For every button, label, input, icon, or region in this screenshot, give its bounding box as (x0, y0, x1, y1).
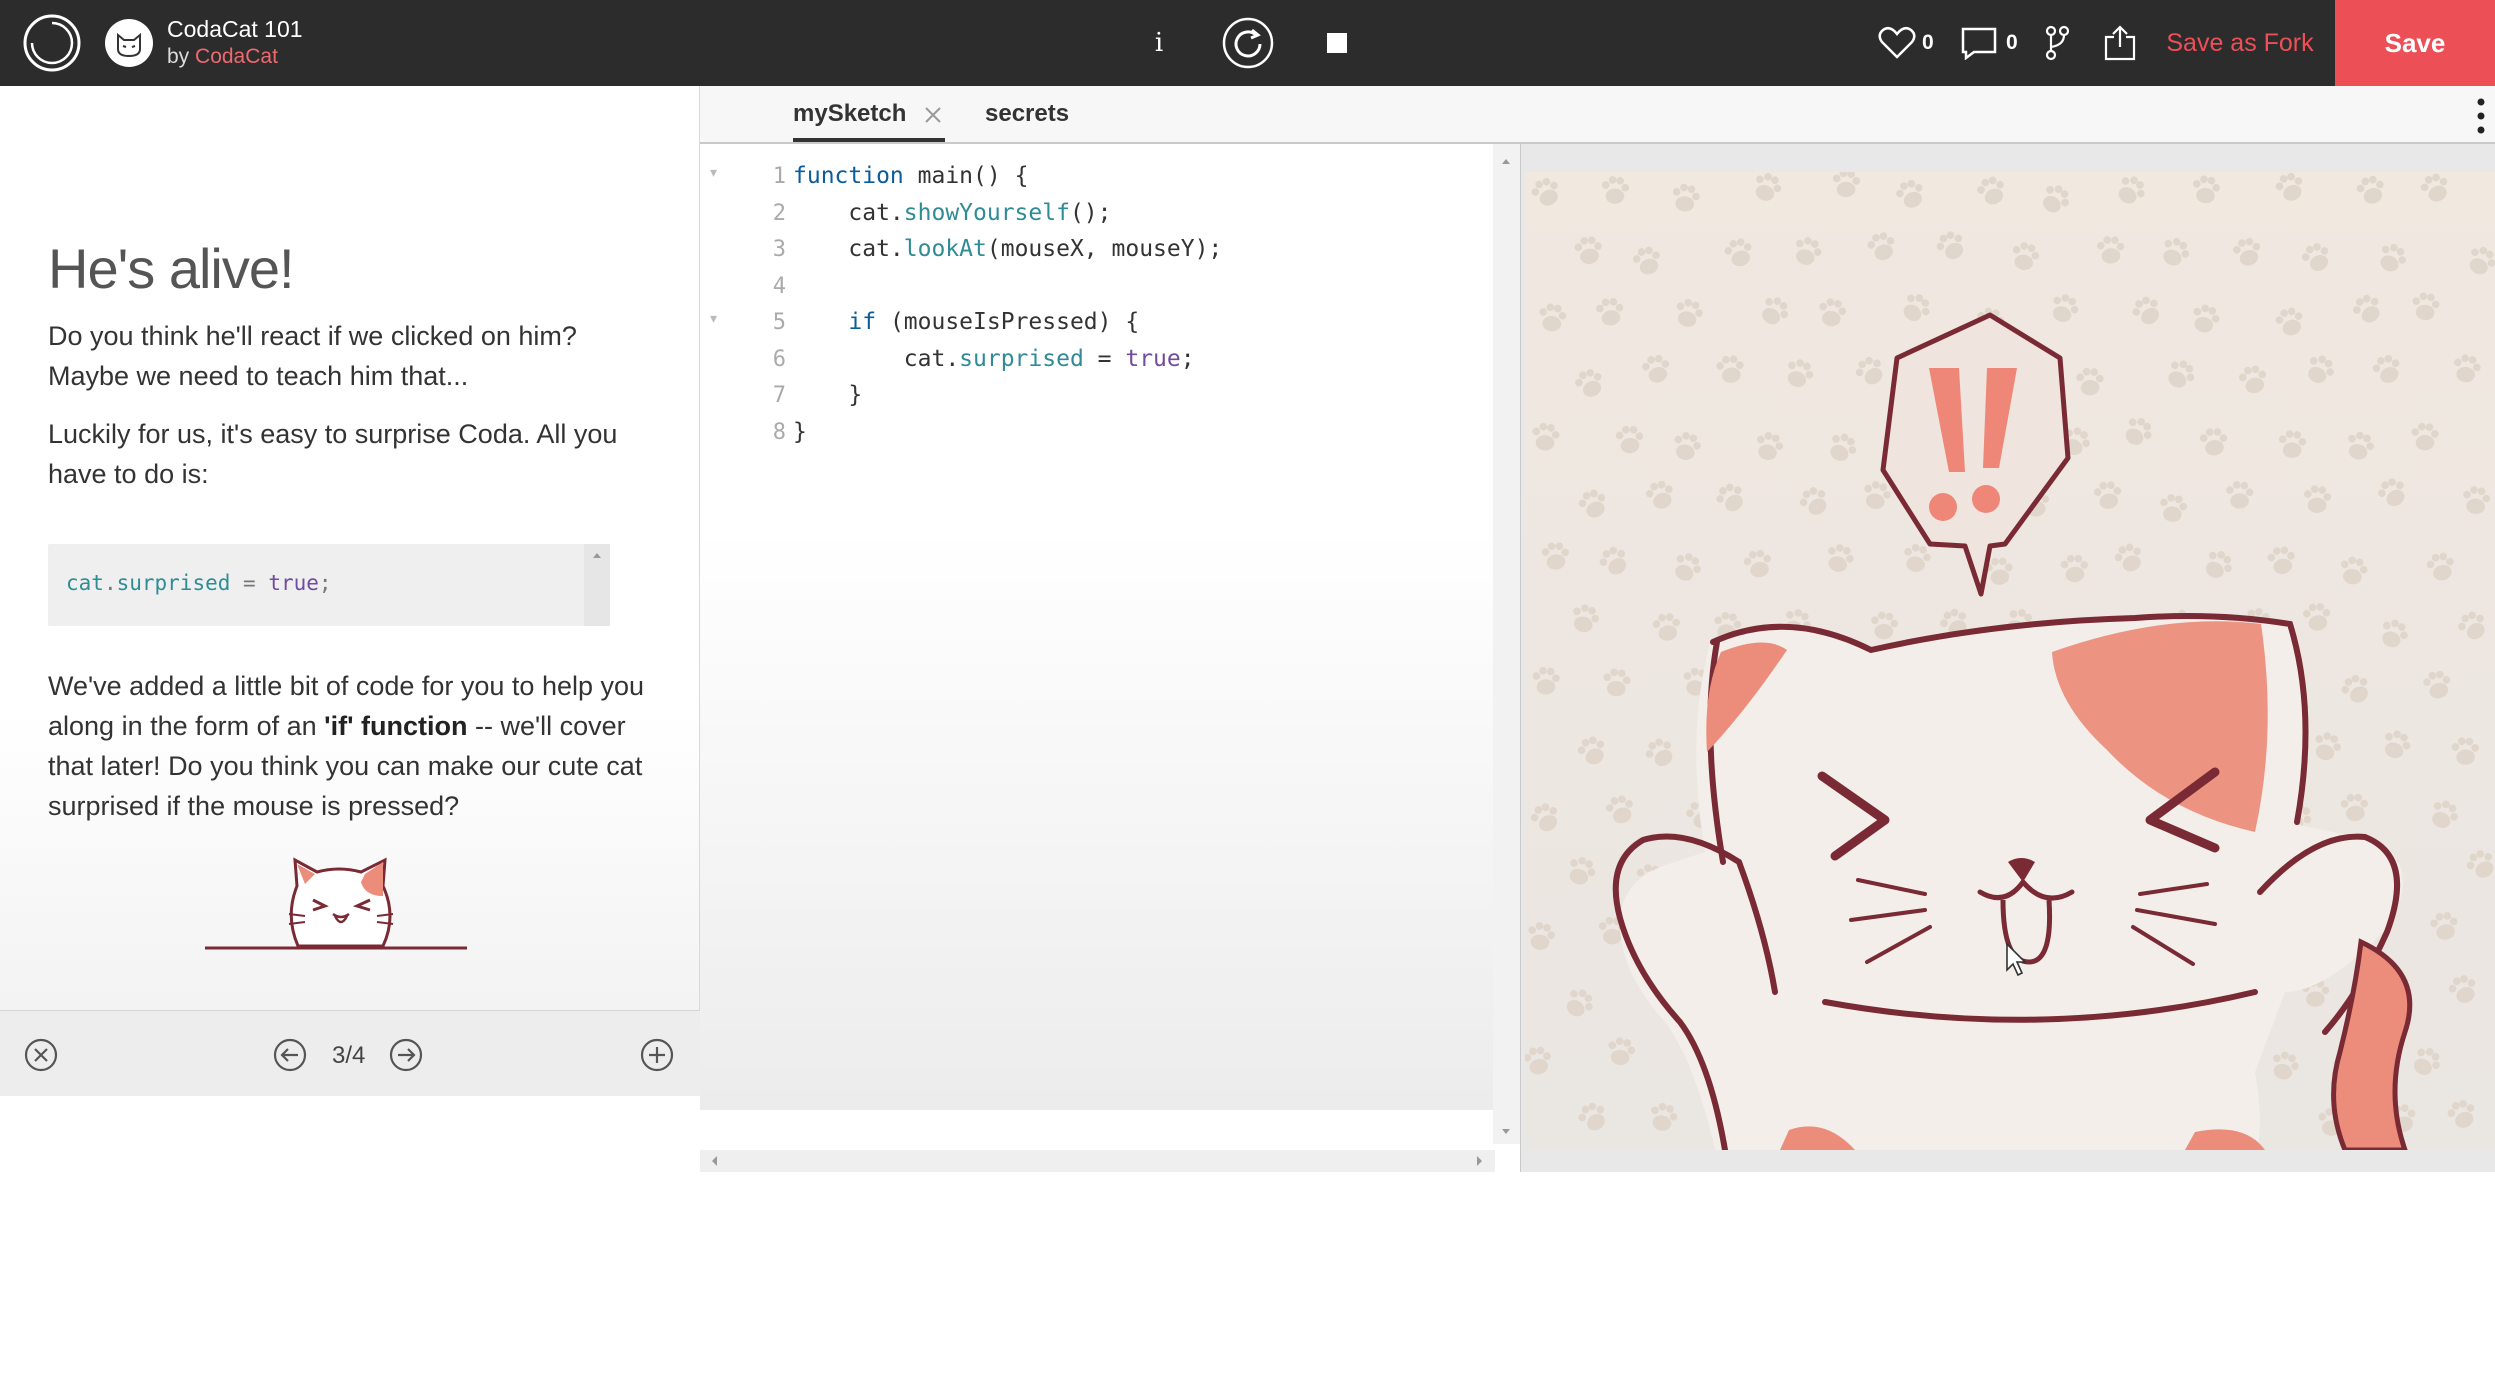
code-line[interactable]: ▾ 5 if (mouseIsPressed) { (700, 304, 1500, 340)
code-line[interactable]: 8} (700, 414, 1500, 450)
comments-count: 0 (2006, 31, 2018, 54)
code-token: function (793, 163, 904, 189)
code-token: cat. (903, 345, 960, 372)
code-token: ; (1180, 345, 1195, 372)
sketch-title: CodaCat 101 (167, 16, 303, 42)
code-text: cat.surprised = true; (793, 346, 1195, 372)
code-token: = (1083, 345, 1126, 372)
snippet-scrollbar[interactable] (584, 544, 610, 626)
code-text: cat.lookAt(mouseX, mouseY); (793, 236, 1222, 262)
fold-arrow-icon[interactable]: ▾ (710, 164, 717, 181)
heart-icon[interactable] (1878, 19, 1916, 67)
code-token: main() { (917, 163, 1029, 189)
code-token: } (848, 382, 863, 408)
restart-icon[interactable] (1222, 17, 1274, 69)
code-editor[interactable]: ▾ 1 function main() {2 cat.showYourself();… (700, 144, 1520, 1110)
line-number: 4 (772, 273, 786, 299)
editor-horizontal-scrollbar[interactable] (700, 1150, 1495, 1172)
code-snippet: cat.surprised = true; (48, 544, 610, 626)
tab-mysketch[interactable]: mySketch (793, 100, 906, 128)
more-options-icon[interactable] (2473, 94, 2489, 138)
likes-count: 0 (1922, 31, 1934, 54)
tutorial-heading: He's alive! (48, 237, 295, 300)
fork-icon[interactable] (2040, 19, 2074, 67)
code-token: (mouseIsPressed) { (876, 309, 1140, 335)
top-bar: CodaCat 101 by CodaCat i 0 0 Save as For… (0, 0, 2495, 86)
line-number: 1 (772, 164, 786, 189)
comment-icon[interactable] (1960, 19, 1998, 67)
fold-arrow-icon[interactable]: ▾ (710, 310, 717, 327)
code-line[interactable]: ▾ 1 function main() { (700, 158, 1500, 194)
code-token: true (1125, 345, 1181, 372)
code-text: function main() { (793, 163, 1028, 189)
sketch-author-line: by CodaCat (167, 45, 278, 69)
code-token: if (848, 309, 877, 335)
code-snippet-text: cat.surprised = true; (66, 571, 332, 595)
code-line[interactable]: 2 cat.showYourself(); (700, 195, 1500, 231)
info-label: i (1154, 28, 1164, 58)
share-icon[interactable] (2102, 19, 2138, 67)
code-token: (); (1069, 199, 1112, 226)
line-number: 8 (772, 419, 786, 445)
code-text: cat.showYourself(); (793, 199, 1112, 226)
author-link[interactable]: CodaCat (195, 45, 278, 68)
arrow-right-circle-icon[interactable] (388, 1037, 424, 1073)
code-token: } (793, 418, 807, 445)
tab-close-icon[interactable] (922, 104, 944, 126)
code-line[interactable]: 7 } (700, 377, 1500, 413)
by-prefix: by (167, 45, 190, 68)
info-icon[interactable]: i (1144, 19, 1174, 67)
page-background (0, 1172, 2495, 1395)
code-token: cat. (848, 199, 904, 226)
code-token: surprised (959, 345, 1084, 372)
tutorial-paragraph-1: Do you think he'll react if we clicked o… (48, 321, 577, 391)
arrow-left-circle-icon[interactable] (272, 1037, 308, 1073)
code-token: lookAt (903, 236, 987, 262)
close-circle-icon[interactable] (23, 1037, 59, 1073)
surprised-cat-illustration (205, 856, 475, 956)
save-button[interactable]: Save (2335, 0, 2495, 86)
tab-secrets[interactable]: secrets (985, 100, 1069, 128)
tutorial-panel: He's alive! Do you think he'll react if … (0, 86, 700, 1096)
stop-icon[interactable] (1325, 19, 1349, 67)
code-text: } (793, 419, 807, 445)
code-token: cat. (848, 236, 904, 262)
line-number: 3 (772, 237, 786, 262)
tutorial-paragraph-3: We've added a little bit of code for you… (48, 671, 645, 821)
code-text: } (793, 382, 862, 408)
active-tab-indicator (793, 138, 945, 142)
code-token: (mouseX, mouseY); (986, 236, 1223, 262)
sketch-canvas[interactable] (1525, 172, 2495, 1150)
editor-tab-bar: mySketch secrets (700, 86, 2495, 144)
save-as-fork-button[interactable]: Save as Fork (2160, 0, 2320, 86)
tutorial-paragraph-2: Luckily for us, it's easy to surprise Co… (48, 419, 618, 489)
tutorial-page-indicator: 3/4 (332, 1042, 366, 1069)
openprocessing-logo-icon[interactable] (22, 14, 82, 72)
line-number: 2 (772, 200, 786, 226)
line-number: 7 (772, 383, 786, 408)
line-number: 6 (772, 346, 786, 372)
code-text: if (mouseIsPressed) { (793, 309, 1139, 335)
tutorial-footer: 3/4 (0, 1010, 700, 1096)
line-number: 5 (772, 310, 786, 335)
plus-circle-icon[interactable] (639, 1037, 675, 1073)
avatar-cat-icon[interactable] (105, 19, 153, 67)
code-line[interactable]: 3 cat.lookAt(mouseX, mouseY); (700, 231, 1500, 267)
code-token: showYourself (903, 199, 1070, 226)
editor-vertical-scrollbar[interactable] (1493, 144, 1520, 1144)
code-line[interactable]: 6 cat.surprised = true; (700, 341, 1500, 377)
code-line[interactable]: 4 (700, 268, 1500, 304)
